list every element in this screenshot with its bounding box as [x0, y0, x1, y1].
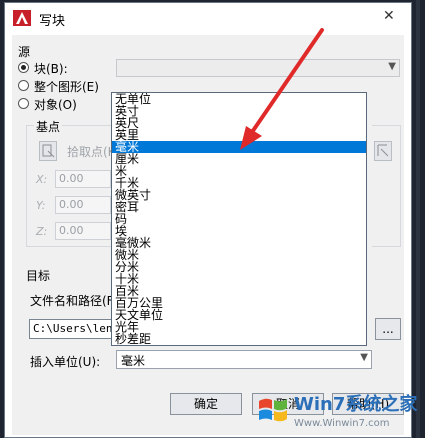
radio-entire-drawing[interactable] — [18, 80, 29, 91]
select-objects-button[interactable] — [374, 141, 392, 161]
y-field[interactable]: 0.00 — [55, 196, 111, 214]
unit-list-item[interactable]: 密耳 — [112, 201, 366, 213]
radio-objects-label: 对象(O) — [34, 98, 77, 112]
radio-objects[interactable] — [18, 98, 29, 109]
unit-list-item[interactable]: 英里 — [112, 129, 366, 141]
unit-list-item[interactable]: 十米 — [112, 273, 366, 285]
dialog-title: 写块 — [39, 14, 66, 29]
path-label: 文件名和路径(F): — [30, 294, 123, 308]
ok-button[interactable]: 确定 — [170, 393, 242, 415]
close-icon[interactable]: ✕ — [383, 8, 395, 24]
watermark-text: Win7系统之家 — [294, 394, 418, 415]
unit-list-item[interactable]: 米 — [112, 165, 366, 177]
unit-list-item[interactable]: 毫米 — [112, 141, 366, 153]
unit-list-item[interactable]: 毫微米 — [112, 237, 366, 249]
base-point-label: 基点 — [34, 118, 63, 135]
unit-list-item[interactable]: 天文单位 — [112, 309, 366, 321]
browse-button[interactable]: ... — [375, 318, 401, 340]
z-label: Z: — [36, 225, 48, 238]
x-field[interactable]: 0.00 — [55, 170, 111, 188]
title-bar: 写块 ✕ — [5, 3, 411, 33]
unit-combo-value: 毫米 — [121, 354, 146, 368]
radio-entire-drawing-label: 整个图形(E) — [34, 80, 99, 94]
autocad-icon — [13, 10, 31, 26]
windows-logo-icon — [259, 398, 287, 422]
pick-point-icon — [42, 144, 55, 158]
unit-dropdown-list[interactable]: 无单位 英寸 英尺 英里 毫米 厘米米千米 微英寸 密耳码埃毫微米 微米 分米 十米 百米 百万公里 天文… — [111, 92, 367, 346]
backdrop-stripe — [416, 0, 420, 438]
watermark: Win7系统之家 Www.Winwin7.com — [252, 385, 425, 438]
chevron-down-icon: ▼ — [360, 352, 368, 363]
path-input[interactable]: C:\Users\lenovo — [29, 319, 119, 339]
z-field[interactable]: 0.00 — [55, 222, 111, 240]
watermark-sub: Www.Winwin7.com — [294, 418, 390, 429]
x-label: X: — [36, 173, 48, 186]
unit-list-item[interactable]: 码 — [112, 213, 366, 225]
target-label: 目标 — [26, 269, 51, 283]
unit-list-item[interactable]: 英寸 — [112, 105, 366, 117]
source-label: 源 — [18, 45, 31, 59]
unit-list-item[interactable]: 无单位 — [112, 93, 366, 105]
radio-block-label: 块(B): — [34, 62, 68, 76]
y-label: Y: — [36, 199, 46, 212]
block-name-combo[interactable]: ▼ — [116, 59, 400, 77]
select-objects-icon — [377, 144, 389, 157]
pick-point-button[interactable] — [39, 141, 57, 161]
radio-block[interactable] — [18, 62, 29, 73]
unit-list-item[interactable]: 微英寸 — [112, 189, 366, 201]
unit-list-item[interactable]: 英尺 — [112, 117, 366, 129]
unit-list-item[interactable]: 分米 — [112, 261, 366, 273]
unit-list-item[interactable]: 秒差距 — [112, 333, 366, 345]
unit-combo[interactable]: 毫米 ▼ — [116, 350, 372, 369]
unit-list-item[interactable]: 厘米 — [112, 153, 366, 165]
chevron-down-icon: ▼ — [388, 61, 396, 72]
unit-label: 插入单位(U): — [30, 355, 101, 369]
unit-list-item[interactable]: 微米 — [112, 249, 366, 261]
